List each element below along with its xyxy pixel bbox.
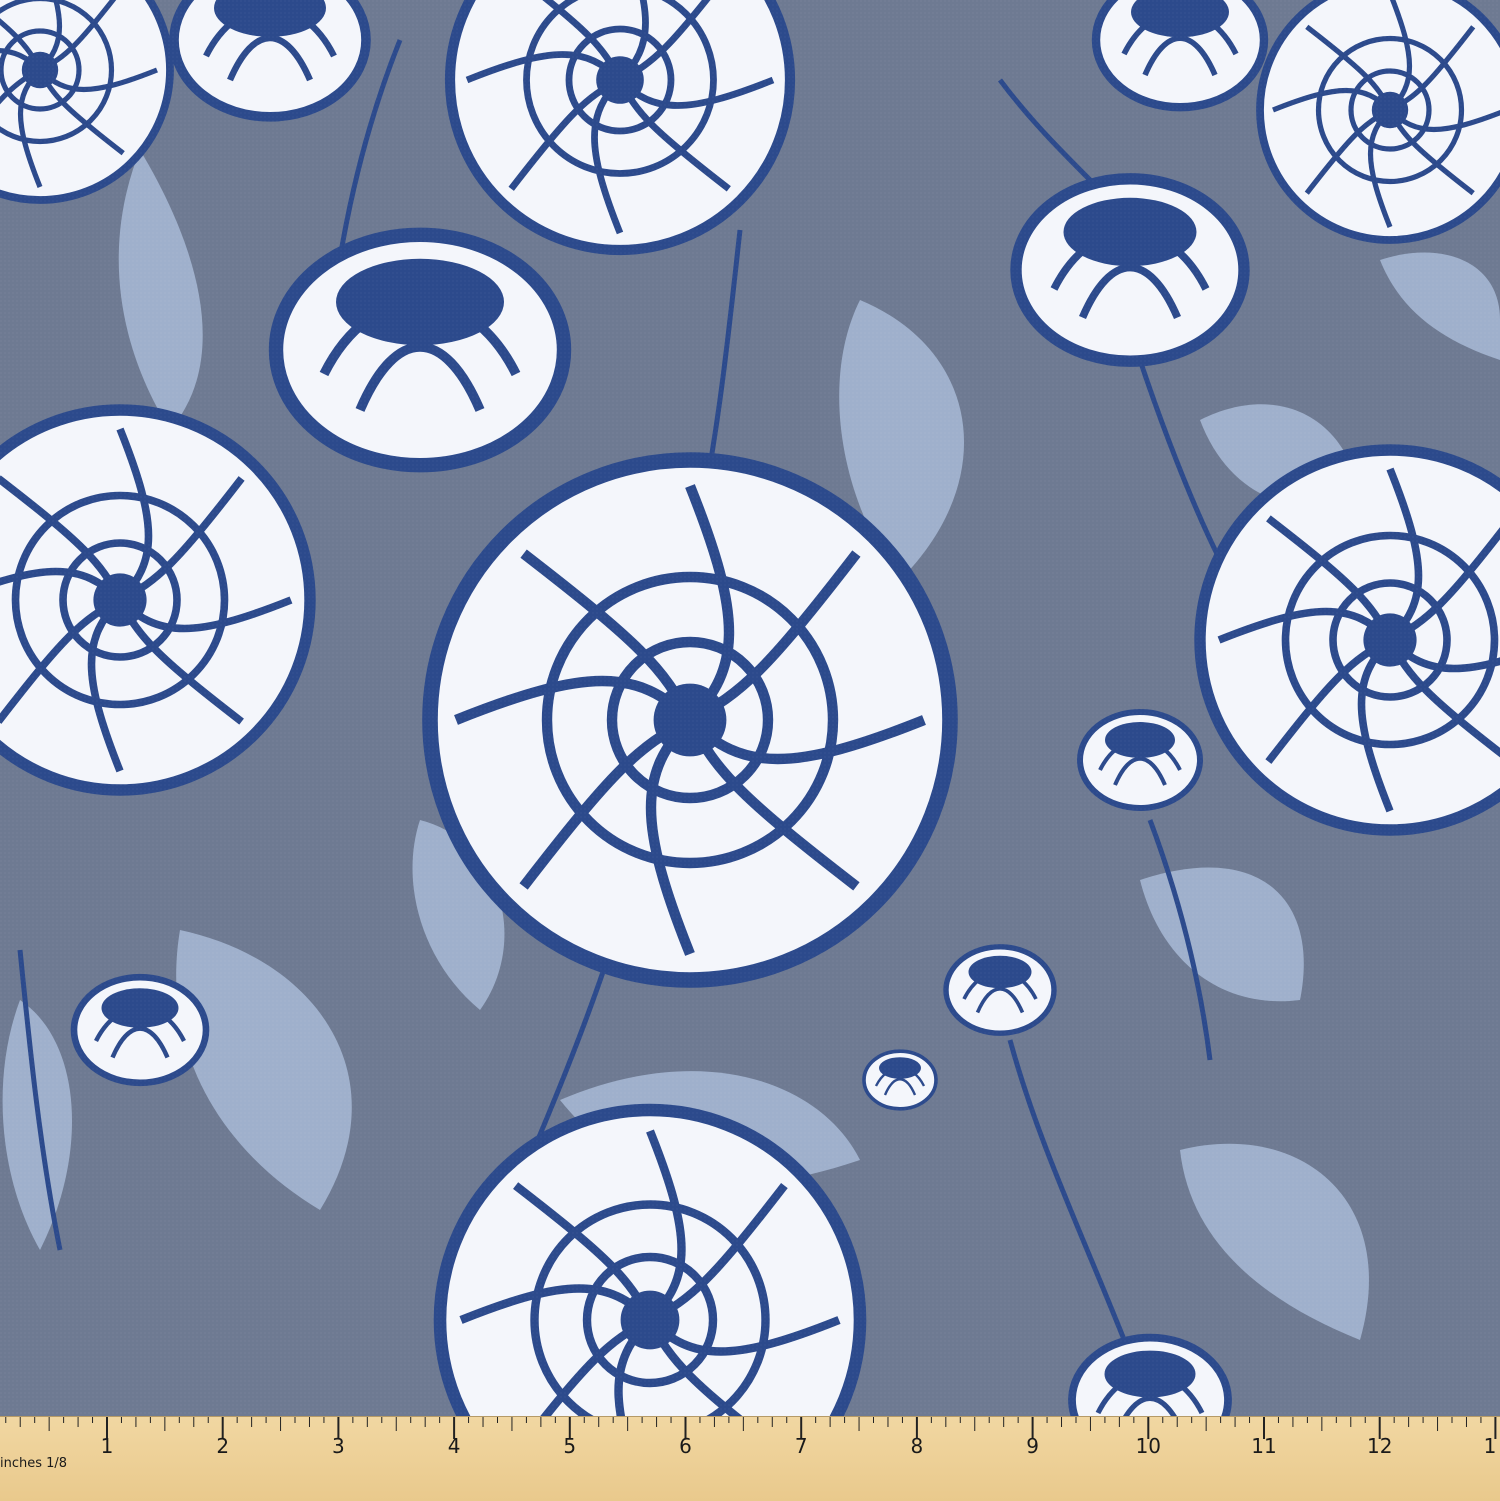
ruler-number: 3 xyxy=(332,1434,345,1458)
ruler-number: 1 xyxy=(1484,1434,1497,1458)
ruler-number: 5 xyxy=(563,1434,576,1458)
ruler-number: 8 xyxy=(911,1434,924,1458)
floral-fabric-pattern xyxy=(0,0,1500,1416)
ruler-number: 12 xyxy=(1367,1434,1392,1458)
ruler-number: 4 xyxy=(448,1434,461,1458)
measuring-ruler: 1 2 3 4 5 6 7 8 9 10 11 12 1 xyxy=(0,1416,1500,1501)
ruler-number: 9 xyxy=(1026,1434,1039,1458)
fabric-texture xyxy=(0,0,1500,1416)
ruler-number: 7 xyxy=(795,1434,808,1458)
ruler-number: 10 xyxy=(1136,1434,1161,1458)
ruler-number: 2 xyxy=(216,1434,229,1458)
ruler-unit-label: inches 1/8 xyxy=(0,1456,68,1471)
ruler-ticks: 1 2 3 4 5 6 7 8 9 10 11 12 1 xyxy=(5,1417,1497,1458)
ruler-number: 6 xyxy=(679,1434,692,1458)
ruler-number: 11 xyxy=(1251,1434,1276,1458)
ruler-number: 1 xyxy=(101,1434,114,1458)
